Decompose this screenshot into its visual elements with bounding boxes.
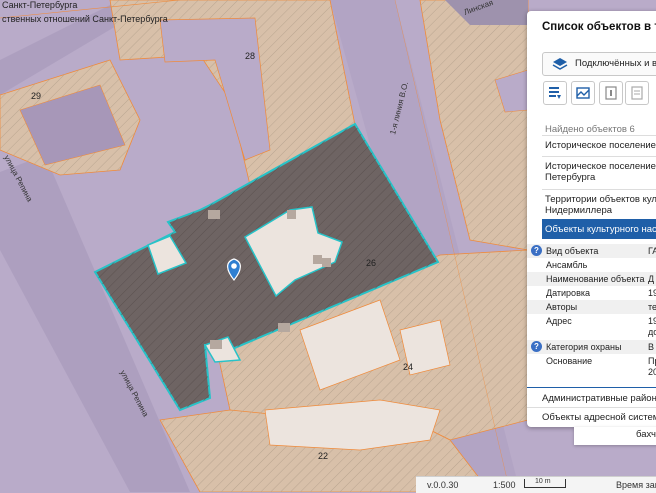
- attribute-key: Основание: [546, 356, 593, 366]
- layers-dropdown-button[interactable]: Подключённых и ви: [542, 52, 656, 76]
- attribute-key: Авторы: [546, 302, 578, 312]
- tooltip: бахч: [574, 427, 656, 445]
- list-icon: [549, 87, 561, 99]
- status-bar: v.0.0.30 1:500 10 m Время загр: [416, 476, 656, 493]
- result-item-2[interactable]: Историческое поселение. Гр Петербурга: [542, 156, 656, 189]
- map-view-button[interactable]: [571, 81, 595, 105]
- attribution-line-1: Санкт-Петербурга: [2, 0, 77, 10]
- attribute-value: Д: [648, 274, 655, 284]
- attribute-key: Категория охраны: [546, 342, 622, 352]
- building-number-29: 29: [31, 91, 41, 101]
- tooltip-text: бахч: [636, 429, 656, 440]
- version-label: v.0.0.30: [427, 480, 459, 490]
- result-item-3[interactable]: Территории объектов культ Нидермиллера: [542, 189, 656, 219]
- attribute-value: В: [648, 342, 655, 352]
- object-list-panel: Список объектов в точке Подключённых и в…: [527, 11, 656, 427]
- info-icon[interactable]: ?: [531, 245, 542, 256]
- divider: [527, 387, 656, 388]
- building-number-26: 26: [366, 258, 376, 268]
- panel-title: Список объектов в точке: [542, 21, 656, 33]
- attribute-value: Пр: [648, 356, 656, 366]
- attribute-value: 19: [648, 288, 656, 298]
- attribute-row: Адрес 19 до: [527, 314, 656, 340]
- attribute-row: ? Вид объекта ГА: [527, 244, 656, 258]
- list-view-button[interactable]: [543, 81, 567, 105]
- result-item-6[interactable]: Объекты адресной систем: [542, 412, 656, 423]
- result-item-label: Историческое поселение. Гр: [545, 161, 656, 172]
- result-item-label: Историческое поселение. С: [545, 140, 656, 151]
- attribute-key: Адрес: [546, 316, 572, 326]
- attribute-row: Наименование объекта Д: [527, 272, 656, 286]
- building-number-28: 28: [245, 51, 255, 61]
- found-count-text: Найдено объектов 6: [545, 124, 635, 135]
- divider: [527, 407, 656, 408]
- attribute-row: Основание Пр 20: [527, 354, 656, 380]
- result-item-label: Территории объектов культ: [545, 194, 656, 205]
- info-icon[interactable]: ?: [531, 341, 542, 352]
- attribute-row: ? Категория охраны В: [527, 340, 656, 354]
- attribute-row: Авторы те: [527, 300, 656, 314]
- frame-icon: [605, 86, 617, 100]
- attribute-value: те: [648, 302, 656, 312]
- document-button[interactable]: [625, 81, 649, 105]
- load-time-label: Время загр: [616, 480, 656, 490]
- map-icon: [576, 87, 590, 99]
- scale-bar: 10 m: [524, 478, 566, 488]
- attribute-row: Ансамбль: [527, 258, 656, 272]
- frame-button[interactable]: [599, 81, 623, 105]
- attribute-key: Вид объекта: [546, 246, 599, 256]
- layers-dropdown-label: Подключённых и ви: [575, 58, 656, 69]
- attribute-value: ГА: [648, 246, 656, 256]
- result-item-label-2: Петербурга: [545, 172, 596, 183]
- document-icon: [631, 86, 643, 100]
- result-item-5[interactable]: Административные район: [542, 393, 656, 404]
- attribute-row: Датировка 19: [527, 286, 656, 300]
- scale-bar-label: 10 m: [535, 478, 551, 485]
- building-number-22: 22: [318, 451, 328, 461]
- result-item-1[interactable]: Историческое поселение. С: [542, 135, 656, 156]
- scale-label: 1:500: [493, 480, 516, 490]
- attribute-key: Датировка: [546, 288, 590, 298]
- attribute-value-2: до: [648, 327, 656, 337]
- result-item-4-active[interactable]: Объекты культурного насле: [542, 219, 656, 239]
- attribute-key: Наименование объекта: [546, 274, 645, 284]
- result-item-label-2: Нидермиллера: [545, 205, 613, 216]
- result-item-label: Объекты культурного насле: [545, 224, 656, 235]
- attribution-line-2: ственных отношений Санкт-Петербурга: [2, 14, 168, 24]
- attribute-value: 19: [648, 316, 656, 326]
- attribute-value-2: 20: [648, 367, 656, 377]
- attribute-key: Ансамбль: [546, 260, 588, 270]
- layers-icon: [552, 58, 568, 70]
- building-number-24: 24: [403, 362, 413, 372]
